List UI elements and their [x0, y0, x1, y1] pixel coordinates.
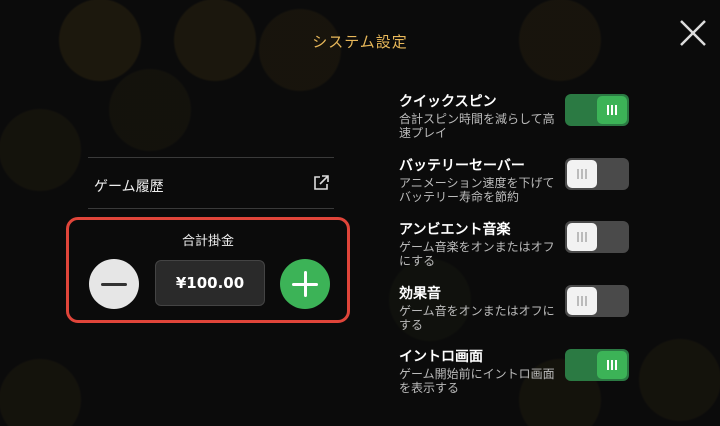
battery-saver-toggle[interactable]: [565, 158, 629, 190]
intro-screen-toggle[interactable]: [565, 349, 629, 381]
setting-description: ゲーム音楽をオンまたはオフにする: [399, 240, 555, 268]
toggle-knob: [567, 223, 597, 251]
setting-intro-screen: イントロ画面 ゲーム開始前にイントロ画面を表示する: [399, 348, 719, 395]
setting-quick-spin: クイックスピン 合計スピン時間を減らして高速プレイ: [399, 93, 719, 140]
setting-description: 合計スピン時間を減らして高速プレイ: [399, 112, 555, 140]
ambient-music-toggle[interactable]: [565, 221, 629, 253]
setting-description: ゲーム音をオンまたはオフにする: [399, 304, 555, 332]
bet-amount-display: ¥100.00: [155, 260, 265, 306]
setting-title: 効果音: [399, 286, 441, 302]
total-bet-label: 合計掛金: [181, 234, 234, 249]
decrease-bet-button[interactable]: [89, 259, 139, 309]
setting-title: イントロ画面: [399, 349, 483, 365]
page-title: システム設定: [312, 33, 408, 51]
divider-bottom: [88, 208, 334, 209]
external-link-icon: [314, 175, 329, 190]
total-bet-panel: 合計掛金 ¥100.00: [66, 217, 350, 323]
game-history-label: ゲーム履歴: [94, 179, 164, 195]
close-button[interactable]: [676, 16, 710, 50]
setting-sound-effects: 効果音 ゲーム音をオンまたはオフにする: [399, 285, 719, 332]
toggle-knob: [597, 96, 627, 124]
setting-title: クイックスピン: [399, 94, 497, 110]
setting-description: アニメーション速度を下げてバッテリー寿命を節約: [399, 176, 555, 204]
setting-ambient-music: アンビエント音楽 ゲーム音楽をオンまたはオフにする: [399, 221, 719, 268]
game-history-link[interactable]: ゲーム履歴: [88, 160, 334, 208]
divider-top: [88, 157, 334, 158]
toggle-knob: [567, 160, 597, 188]
setting-title: アンビエント音楽: [399, 222, 511, 238]
setting-battery-saver: バッテリーセーバー アニメーション速度を下げてバッテリー寿命を節約: [399, 157, 719, 204]
setting-title: バッテリーセーバー: [399, 158, 525, 174]
quick-spin-toggle[interactable]: [565, 94, 629, 126]
setting-description: ゲーム開始前にイントロ画面を表示する: [399, 367, 555, 395]
increase-bet-button[interactable]: [280, 259, 330, 309]
toggle-knob: [567, 287, 597, 315]
toggle-knob: [597, 351, 627, 379]
sound-effects-toggle[interactable]: [565, 285, 629, 317]
close-icon: [680, 20, 706, 46]
